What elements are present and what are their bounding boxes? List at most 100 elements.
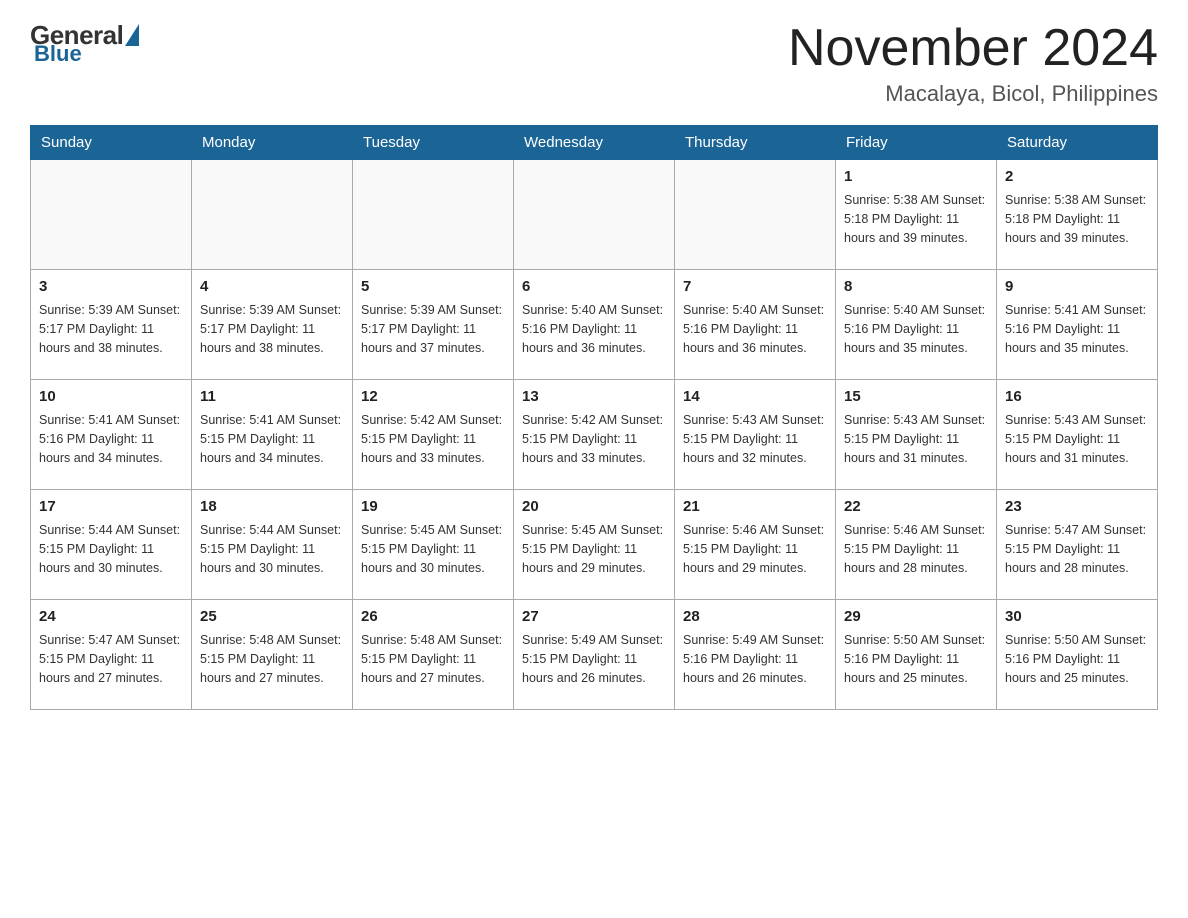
calendar-cell: 23Sunrise: 5:47 AM Sunset: 5:15 PM Dayli… <box>997 490 1158 600</box>
day-number: 16 <box>1005 386 1149 409</box>
calendar-cell <box>353 160 514 270</box>
calendar-cell: 25Sunrise: 5:48 AM Sunset: 5:15 PM Dayli… <box>192 600 353 710</box>
calendar-cell: 7Sunrise: 5:40 AM Sunset: 5:16 PM Daylig… <box>675 270 836 380</box>
day-number: 2 <box>1005 166 1149 189</box>
day-number: 27 <box>522 606 666 629</box>
day-info: Sunrise: 5:40 AM Sunset: 5:16 PM Dayligh… <box>844 301 988 359</box>
calendar-cell: 5Sunrise: 5:39 AM Sunset: 5:17 PM Daylig… <box>353 270 514 380</box>
day-info: Sunrise: 5:42 AM Sunset: 5:15 PM Dayligh… <box>361 411 505 469</box>
day-info: Sunrise: 5:44 AM Sunset: 5:15 PM Dayligh… <box>200 521 344 579</box>
day-info: Sunrise: 5:41 AM Sunset: 5:16 PM Dayligh… <box>1005 301 1149 359</box>
day-info: Sunrise: 5:41 AM Sunset: 5:15 PM Dayligh… <box>200 411 344 469</box>
calendar-cell: 8Sunrise: 5:40 AM Sunset: 5:16 PM Daylig… <box>836 270 997 380</box>
calendar-header-row: SundayMondayTuesdayWednesdayThursdayFrid… <box>31 126 1158 160</box>
day-info: Sunrise: 5:43 AM Sunset: 5:15 PM Dayligh… <box>1005 411 1149 469</box>
calendar-cell: 26Sunrise: 5:48 AM Sunset: 5:15 PM Dayli… <box>353 600 514 710</box>
calendar-cell: 27Sunrise: 5:49 AM Sunset: 5:15 PM Dayli… <box>514 600 675 710</box>
calendar-cell: 1Sunrise: 5:38 AM Sunset: 5:18 PM Daylig… <box>836 160 997 270</box>
weekday-header-saturday: Saturday <box>997 126 1158 160</box>
day-number: 14 <box>683 386 827 409</box>
calendar-cell: 13Sunrise: 5:42 AM Sunset: 5:15 PM Dayli… <box>514 380 675 490</box>
weekday-header-monday: Monday <box>192 126 353 160</box>
calendar-cell: 17Sunrise: 5:44 AM Sunset: 5:15 PM Dayli… <box>31 490 192 600</box>
day-info: Sunrise: 5:39 AM Sunset: 5:17 PM Dayligh… <box>361 301 505 359</box>
day-number: 22 <box>844 496 988 519</box>
day-number: 6 <box>522 276 666 299</box>
calendar-cell: 22Sunrise: 5:46 AM Sunset: 5:15 PM Dayli… <box>836 490 997 600</box>
day-number: 29 <box>844 606 988 629</box>
day-number: 25 <box>200 606 344 629</box>
calendar-cell: 14Sunrise: 5:43 AM Sunset: 5:15 PM Dayli… <box>675 380 836 490</box>
calendar-cell <box>675 160 836 270</box>
day-number: 24 <box>39 606 183 629</box>
day-number: 15 <box>844 386 988 409</box>
day-number: 19 <box>361 496 505 519</box>
day-number: 18 <box>200 496 344 519</box>
day-number: 5 <box>361 276 505 299</box>
calendar-cell: 15Sunrise: 5:43 AM Sunset: 5:15 PM Dayli… <box>836 380 997 490</box>
calendar-cell: 6Sunrise: 5:40 AM Sunset: 5:16 PM Daylig… <box>514 270 675 380</box>
day-number: 20 <box>522 496 666 519</box>
weekday-header-wednesday: Wednesday <box>514 126 675 160</box>
weekday-header-sunday: Sunday <box>31 126 192 160</box>
calendar-cell: 3Sunrise: 5:39 AM Sunset: 5:17 PM Daylig… <box>31 270 192 380</box>
calendar-cell <box>192 160 353 270</box>
calendar-cell: 12Sunrise: 5:42 AM Sunset: 5:15 PM Dayli… <box>353 380 514 490</box>
calendar-week-1: 1Sunrise: 5:38 AM Sunset: 5:18 PM Daylig… <box>31 160 1158 270</box>
day-number: 3 <box>39 276 183 299</box>
calendar-cell <box>514 160 675 270</box>
day-info: Sunrise: 5:49 AM Sunset: 5:15 PM Dayligh… <box>522 631 666 689</box>
day-info: Sunrise: 5:43 AM Sunset: 5:15 PM Dayligh… <box>683 411 827 469</box>
calendar-week-4: 17Sunrise: 5:44 AM Sunset: 5:15 PM Dayli… <box>31 490 1158 600</box>
calendar-cell: 4Sunrise: 5:39 AM Sunset: 5:17 PM Daylig… <box>192 270 353 380</box>
day-info: Sunrise: 5:47 AM Sunset: 5:15 PM Dayligh… <box>1005 521 1149 579</box>
day-info: Sunrise: 5:46 AM Sunset: 5:15 PM Dayligh… <box>844 521 988 579</box>
day-number: 11 <box>200 386 344 409</box>
day-info: Sunrise: 5:40 AM Sunset: 5:16 PM Dayligh… <box>522 301 666 359</box>
page-header: General Blue November 2024 Macalaya, Bic… <box>30 20 1158 107</box>
day-info: Sunrise: 5:40 AM Sunset: 5:16 PM Dayligh… <box>683 301 827 359</box>
calendar-cell: 30Sunrise: 5:50 AM Sunset: 5:16 PM Dayli… <box>997 600 1158 710</box>
day-info: Sunrise: 5:39 AM Sunset: 5:17 PM Dayligh… <box>39 301 183 359</box>
month-title: November 2024 <box>788 20 1158 77</box>
calendar-cell: 28Sunrise: 5:49 AM Sunset: 5:16 PM Dayli… <box>675 600 836 710</box>
logo-triangle-icon <box>125 24 139 46</box>
day-number: 8 <box>844 276 988 299</box>
day-info: Sunrise: 5:45 AM Sunset: 5:15 PM Dayligh… <box>361 521 505 579</box>
day-info: Sunrise: 5:47 AM Sunset: 5:15 PM Dayligh… <box>39 631 183 689</box>
weekday-header-tuesday: Tuesday <box>353 126 514 160</box>
day-info: Sunrise: 5:43 AM Sunset: 5:15 PM Dayligh… <box>844 411 988 469</box>
calendar-week-3: 10Sunrise: 5:41 AM Sunset: 5:16 PM Dayli… <box>31 380 1158 490</box>
weekday-header-friday: Friday <box>836 126 997 160</box>
calendar-cell: 2Sunrise: 5:38 AM Sunset: 5:18 PM Daylig… <box>997 160 1158 270</box>
calendar-cell: 19Sunrise: 5:45 AM Sunset: 5:15 PM Dayli… <box>353 490 514 600</box>
day-number: 26 <box>361 606 505 629</box>
day-info: Sunrise: 5:42 AM Sunset: 5:15 PM Dayligh… <box>522 411 666 469</box>
calendar-cell: 21Sunrise: 5:46 AM Sunset: 5:15 PM Dayli… <box>675 490 836 600</box>
day-info: Sunrise: 5:45 AM Sunset: 5:15 PM Dayligh… <box>522 521 666 579</box>
calendar-cell: 18Sunrise: 5:44 AM Sunset: 5:15 PM Dayli… <box>192 490 353 600</box>
calendar-cell: 11Sunrise: 5:41 AM Sunset: 5:15 PM Dayli… <box>192 380 353 490</box>
calendar-cell: 10Sunrise: 5:41 AM Sunset: 5:16 PM Dayli… <box>31 380 192 490</box>
day-info: Sunrise: 5:38 AM Sunset: 5:18 PM Dayligh… <box>844 191 988 249</box>
day-number: 17 <box>39 496 183 519</box>
day-number: 7 <box>683 276 827 299</box>
day-number: 23 <box>1005 496 1149 519</box>
day-info: Sunrise: 5:44 AM Sunset: 5:15 PM Dayligh… <box>39 521 183 579</box>
calendar-table: SundayMondayTuesdayWednesdayThursdayFrid… <box>30 125 1158 710</box>
calendar-week-5: 24Sunrise: 5:47 AM Sunset: 5:15 PM Dayli… <box>31 600 1158 710</box>
weekday-header-thursday: Thursday <box>675 126 836 160</box>
calendar-cell <box>31 160 192 270</box>
calendar-week-2: 3Sunrise: 5:39 AM Sunset: 5:17 PM Daylig… <box>31 270 1158 380</box>
day-number: 12 <box>361 386 505 409</box>
calendar-cell: 24Sunrise: 5:47 AM Sunset: 5:15 PM Dayli… <box>31 600 192 710</box>
day-info: Sunrise: 5:48 AM Sunset: 5:15 PM Dayligh… <box>361 631 505 689</box>
day-number: 13 <box>522 386 666 409</box>
day-info: Sunrise: 5:46 AM Sunset: 5:15 PM Dayligh… <box>683 521 827 579</box>
title-block: November 2024 Macalaya, Bicol, Philippin… <box>788 20 1158 107</box>
logo: General Blue <box>30 20 139 67</box>
day-info: Sunrise: 5:49 AM Sunset: 5:16 PM Dayligh… <box>683 631 827 689</box>
day-info: Sunrise: 5:48 AM Sunset: 5:15 PM Dayligh… <box>200 631 344 689</box>
day-number: 10 <box>39 386 183 409</box>
day-number: 21 <box>683 496 827 519</box>
